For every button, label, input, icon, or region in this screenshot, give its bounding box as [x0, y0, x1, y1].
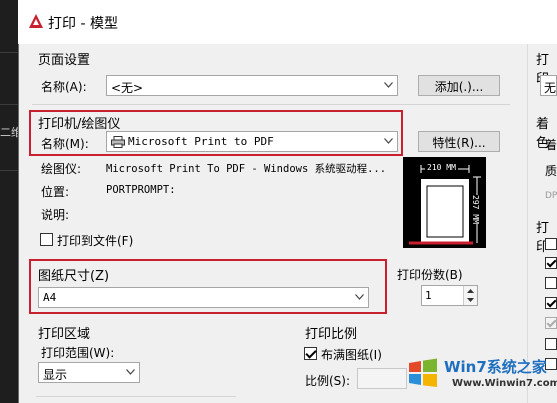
dpi-label: DP: [545, 191, 557, 201]
paper-size-value: A4: [43, 291, 57, 304]
plot-option-checkbox-5: [545, 317, 557, 329]
scale-dropdown[interactable]: [357, 368, 407, 389]
autocad-logo-icon: [29, 14, 43, 28]
paper-size-dropdown[interactable]: A4: [38, 287, 369, 308]
plot-style-dropdown[interactable]: 无: [540, 75, 557, 96]
plot-area-group-title: 打印区域: [38, 327, 91, 342]
plot-range-label: 打印范围(W):: [41, 346, 115, 360]
print-to-file-checkbox[interactable]: [40, 233, 53, 246]
plot-option-checkbox-4[interactable]: [545, 297, 557, 309]
copies-label: 打印份数(B): [397, 268, 463, 282]
scale-label: 比例(S):: [305, 374, 351, 388]
paper-size-group-title: 图纸尺寸(Z): [38, 269, 110, 284]
printer-group-title: 打印机/绘图仪: [38, 117, 121, 132]
watermark-url: Www.Winwin7.com: [452, 378, 557, 389]
page-setup-name-label: 名称(A):: [41, 80, 87, 94]
paper-preview: 210 MM 297 MM: [403, 157, 486, 248]
plot-style-value: 无: [544, 81, 557, 95]
plot-range-value: 显示: [43, 368, 68, 382]
shaded-item-label-2: 质: [545, 164, 557, 178]
printer-icon: [111, 136, 125, 148]
stepper-up-icon[interactable]: [467, 289, 474, 293]
chevron-down-icon: [126, 369, 135, 375]
shaded-item-label-1: 着: [545, 138, 557, 152]
stepper-down-icon[interactable]: [467, 298, 474, 302]
print-to-file-label: 打印到文件(F): [57, 234, 134, 248]
watermark-brand: Win7系统之家: [444, 358, 547, 376]
printer-name-dropdown[interactable]: Microsoft Print to PDF: [106, 131, 398, 152]
page-setup-name-dropdown[interactable]: <无>: [106, 75, 398, 96]
chevron-down-icon: [384, 82, 393, 88]
windows-logo-icon: [409, 358, 437, 387]
plot-range-dropdown[interactable]: 显示: [38, 362, 140, 383]
plot-option-checkbox-2[interactable]: [545, 257, 557, 269]
plot-option-checkbox-1[interactable]: [545, 238, 557, 250]
separator: [32, 104, 510, 105]
page-setup-name-value: <无>: [111, 81, 144, 95]
plotter-value: Microsoft Print To PDF - Windows 系统驱动程..…: [106, 163, 387, 175]
printer-name-value: Microsoft Print to PDF: [128, 135, 274, 148]
page-setup-group-title: 页面设置: [38, 53, 91, 68]
copies-stepper[interactable]: [463, 286, 477, 305]
description-label: 说明:: [41, 208, 70, 222]
plot-offset-group-partial: [36, 392, 256, 403]
printer-name-label: 名称(M):: [41, 137, 89, 151]
location-label: 位置:: [41, 185, 70, 199]
plotter-label: 绘图仪:: [41, 162, 82, 176]
preview-height-label: 297 MM: [471, 195, 480, 224]
chevron-down-icon: [384, 138, 393, 144]
preview-width-label: 210 MM: [425, 163, 458, 172]
plot-option-checkbox-6[interactable]: [545, 338, 557, 350]
plot-option-checkbox-3[interactable]: [545, 277, 557, 289]
copies-value: 1: [425, 289, 432, 302]
printer-properties-button[interactable]: 特性(R)...: [418, 131, 500, 152]
fit-to-paper-label: 布满图纸(I): [321, 348, 382, 362]
location-value: PORTPROMPT:: [106, 184, 176, 196]
chevron-down-icon: [355, 294, 364, 300]
plot-scale-group-title: 打印比例: [305, 327, 358, 342]
fit-to-paper-checkbox[interactable]: [304, 347, 317, 360]
add-page-setup-button[interactable]: 添加(.)...: [418, 75, 500, 96]
window-title: 打印 - 模型: [48, 16, 118, 32]
watermark: Win7系统之家 Www.Winwin7.com: [402, 350, 557, 403]
copies-spinner[interactable]: 1: [421, 285, 478, 306]
